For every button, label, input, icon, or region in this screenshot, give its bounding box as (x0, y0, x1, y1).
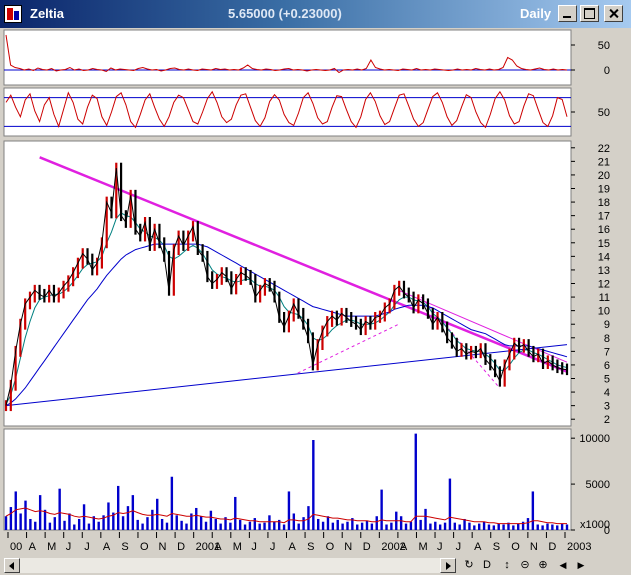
d-icon[interactable]: D (480, 558, 494, 573)
price-ytick-11: 13 (598, 265, 610, 277)
maximize-button[interactable] (580, 5, 599, 22)
x-tick-label: D (548, 541, 556, 553)
price-ytick-16: 18 (598, 197, 610, 209)
price-ytick-2: 4 (604, 387, 610, 399)
volume-ytick-1: 5000 (586, 479, 610, 491)
x-tick-label: J (251, 541, 257, 553)
panel-frame-1[interactable] (3, 29, 572, 86)
scroll-track[interactable] (20, 558, 440, 573)
x-tick-label: J (456, 541, 462, 553)
minimize-button[interactable] (558, 5, 577, 22)
price-ytick-6: 8 (604, 333, 610, 345)
x-tick-label: S (121, 541, 128, 553)
x-tick-label: A (214, 541, 222, 553)
x-tick-label: N (159, 541, 167, 553)
x-tick-label: A (474, 541, 482, 553)
price-ytick-7: 9 (604, 319, 610, 331)
price-ytick-20: 22 (598, 143, 610, 155)
zoom-out-icon[interactable]: ⊝ (518, 558, 532, 573)
x-tick-label: M (233, 541, 242, 553)
x-tick-label: N (530, 541, 538, 553)
x-tick-label: O (140, 541, 149, 553)
x-tick-label: N (344, 541, 352, 553)
title-bar[interactable]: Zeltia 5.65000 (+0.23000) Daily (0, 0, 631, 28)
price-ytick-12: 14 (598, 251, 610, 263)
x-tick-label: M (418, 541, 427, 553)
scroll-left-button[interactable] (4, 558, 20, 573)
price-ytick-4: 6 (604, 360, 610, 372)
ind1-ytick-0: 50 (598, 40, 610, 52)
price-readout: 5.65000 (+0.23000) (228, 6, 342, 21)
left-icon[interactable]: ◀ (556, 558, 570, 573)
panel-frame-3[interactable] (3, 140, 572, 427)
x-tick-label: A (29, 541, 37, 553)
x-tick-label: D (177, 541, 185, 553)
panel-frame-2[interactable] (3, 87, 572, 137)
price-ytick-1: 3 (604, 401, 610, 413)
chart-window: Zeltia 5.65000 (+0.23000) Daily 50 0 50 2 3 4… (0, 0, 631, 575)
x-tick-label: O (511, 541, 520, 553)
scroll-right-button[interactable] (440, 558, 456, 573)
refresh-icon[interactable]: ↻ (462, 558, 476, 573)
price-ytick-17: 19 (598, 184, 610, 196)
price-ytick-14: 16 (598, 224, 610, 236)
right-icon[interactable]: ▶ (574, 558, 588, 573)
panel-frame-4[interactable] (3, 428, 572, 531)
price-ytick-9: 11 (599, 292, 610, 304)
x-tick-label: O (326, 541, 335, 553)
x-tick-label: D (363, 541, 371, 553)
ind1-ytick-1: 0 (604, 65, 610, 77)
chart-svg[interactable]: 50 0 50 23 45 6 78 910 1112 13 1415 1617 1819 20 2122 1… (0, 28, 631, 555)
period-label[interactable]: Daily (520, 6, 551, 21)
x-tick-label: S (493, 541, 500, 553)
bottom-toolbar: ↻ D ↕ ⊝ ⊕ ◀ ▶ (0, 556, 631, 575)
x-tick-label: A (103, 541, 111, 553)
price-ytick-5: 7 (604, 346, 610, 358)
price-ytick-18: 20 (598, 170, 610, 182)
x-tick-label: M (47, 541, 56, 553)
x-tick-label: 2003 (567, 541, 591, 553)
volume-ytick-0: 10000 (579, 433, 610, 445)
price-ytick-15: 17 (598, 211, 610, 223)
price-ytick-13: 15 (598, 238, 610, 250)
zoom-in-icon[interactable]: ⊕ (536, 558, 550, 573)
x-tick-label: A (400, 541, 408, 553)
chart-area[interactable]: 50 0 50 2 3 4 5 6 7 8 9 10 11 12 13 14 15 16 17 18 19 20 21 22 1… (0, 28, 631, 555)
ind2-ytick-0: 50 (598, 107, 610, 119)
x-tick-label: S (307, 541, 314, 553)
price-ytick-10: 12 (598, 279, 610, 291)
app-icon[interactable] (4, 5, 22, 23)
x-tick-label: 00 (10, 541, 22, 553)
price-ytick-8: 10 (598, 306, 610, 318)
x-tick-label: J (66, 541, 72, 553)
price-ytick-0: 2 (604, 414, 610, 426)
x-tick-label: A (289, 541, 297, 553)
price-ytick-3: 5 (604, 374, 610, 386)
x-tick-label: J (270, 541, 276, 553)
price-ytick-19: 21 (598, 156, 610, 168)
close-button[interactable] (604, 5, 623, 22)
window-title: Zeltia (30, 6, 64, 21)
volume-unit-label: x1000 (580, 519, 610, 531)
updown-icon[interactable]: ↕ (500, 558, 514, 573)
x-tick-label: J (437, 541, 443, 553)
x-tick-label: J (84, 541, 90, 553)
